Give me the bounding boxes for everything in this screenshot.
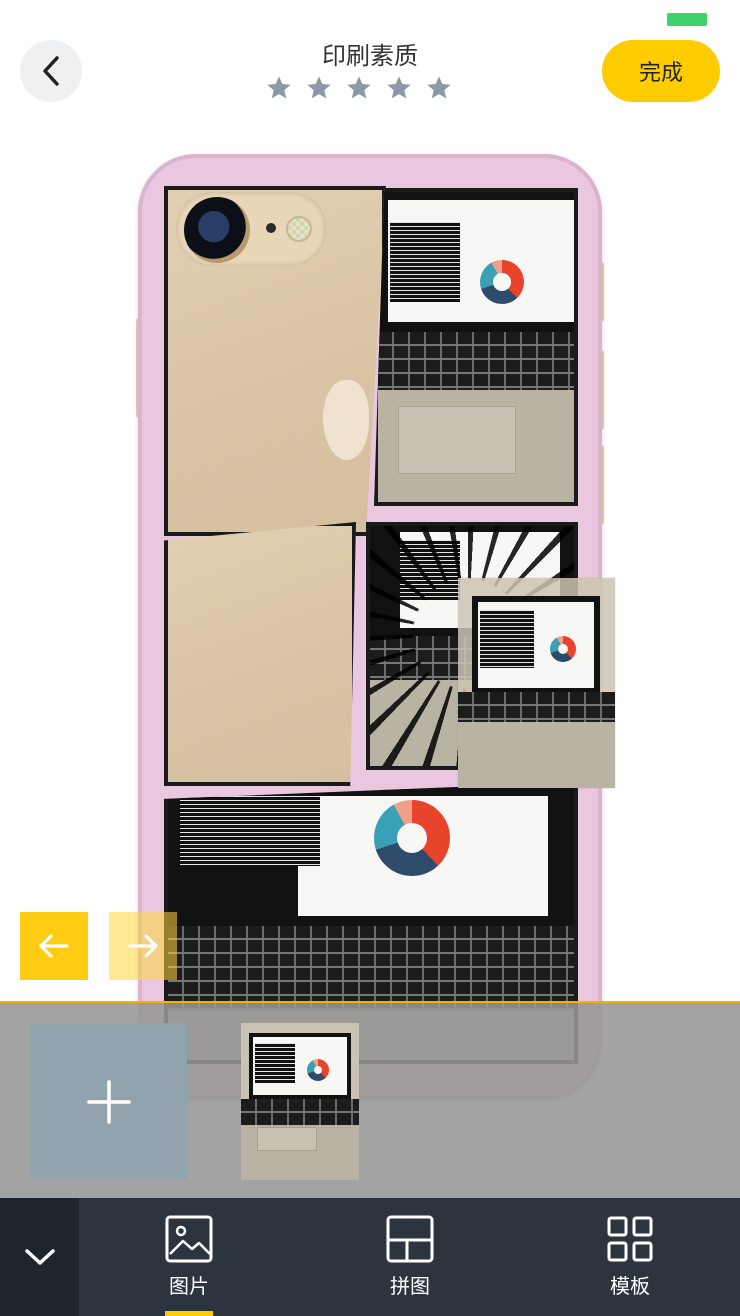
active-tab-indicator xyxy=(165,1311,213,1316)
done-button[interactable]: 完成 xyxy=(602,40,720,102)
star-icon xyxy=(307,76,331,99)
tab-template-label: 模板 xyxy=(610,1274,650,1298)
photo-thumbnail[interactable] xyxy=(241,1023,359,1180)
star-icon xyxy=(387,76,411,99)
plus-icon xyxy=(86,1079,131,1124)
collage-panel[interactable] xyxy=(164,186,386,536)
image-icon xyxy=(165,1215,213,1263)
tab-image[interactable]: 图片 xyxy=(129,1198,249,1316)
previous-button[interactable] xyxy=(20,912,88,980)
camera-bump xyxy=(176,192,326,266)
photo-tray xyxy=(0,1001,740,1198)
photo-laptop-screen xyxy=(378,192,574,332)
quality-rating xyxy=(265,74,453,102)
tab-image-label: 图片 xyxy=(169,1274,209,1298)
tab-collage-label: 拼图 xyxy=(390,1274,430,1298)
arrow-right-icon xyxy=(128,934,158,958)
flash-icon xyxy=(286,216,312,242)
bottom-toolbar: 图片 拼图 模板 xyxy=(0,1198,740,1316)
collage-layout-icon xyxy=(386,1215,434,1263)
collapse-button[interactable] xyxy=(0,1198,79,1316)
chevron-down-icon xyxy=(24,1249,55,1265)
battery-indicator xyxy=(667,13,707,26)
collage-panel[interactable] xyxy=(164,522,356,786)
tab-collage[interactable]: 拼图 xyxy=(350,1198,470,1316)
collage-panel[interactable] xyxy=(374,188,578,506)
star-icon xyxy=(347,76,371,99)
star-icon xyxy=(427,76,451,99)
tab-template[interactable]: 模板 xyxy=(570,1198,690,1316)
arrow-left-icon xyxy=(39,934,69,958)
photo-keyboard xyxy=(378,332,574,390)
add-photo-button[interactable] xyxy=(30,1023,187,1180)
microphone-dot xyxy=(266,223,276,233)
template-grid-icon xyxy=(607,1216,653,1262)
dragging-photo-thumbnail[interactable] xyxy=(458,578,615,788)
camera-lens-icon xyxy=(184,197,250,263)
star-icon xyxy=(267,76,291,99)
apple-logo xyxy=(323,380,369,460)
next-button[interactable] xyxy=(109,912,177,980)
